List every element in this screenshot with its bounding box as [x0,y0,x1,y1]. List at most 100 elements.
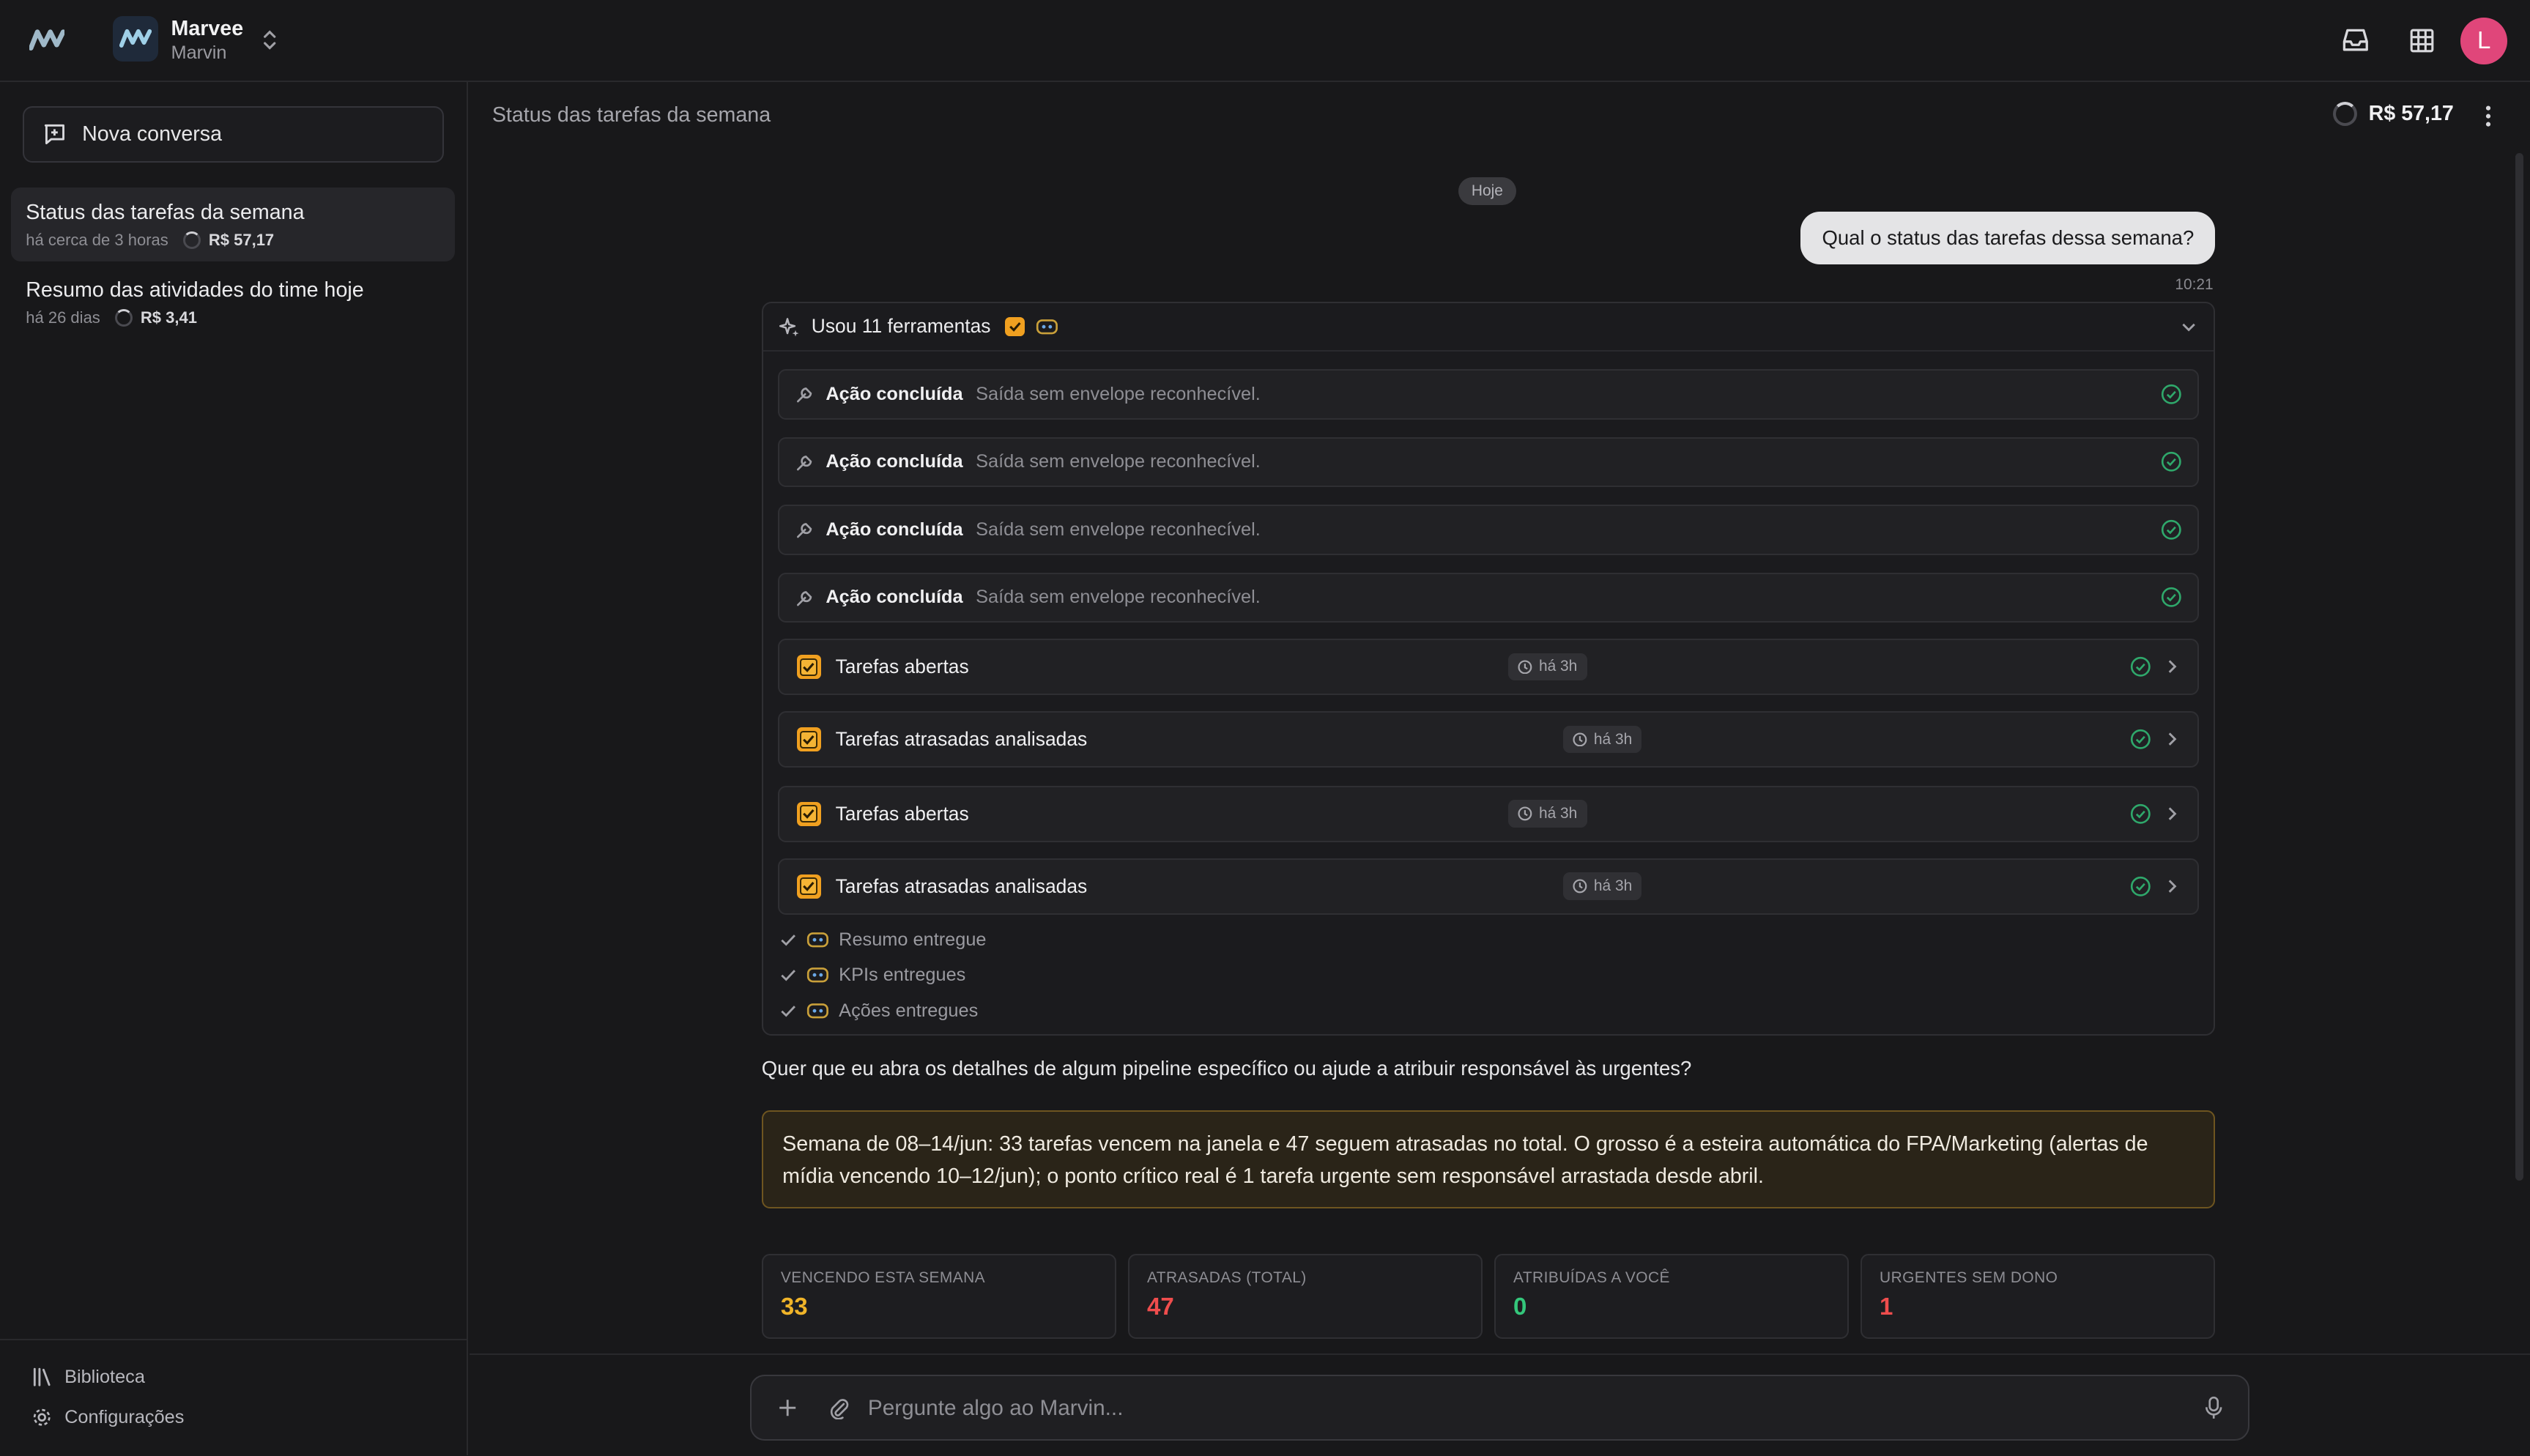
workspace-sub: Marvin [171,42,227,64]
task-tool-label: Tarefas atrasadas analisadas [835,728,1088,751]
library-link[interactable]: Biblioteca [32,1367,145,1388]
settings-label: Configurações [64,1406,185,1427]
task-check-icon [796,801,821,826]
new-conversation-button[interactable]: Nova conversa [22,106,444,163]
chevron-right-icon[interactable] [2164,658,2180,675]
conversation-header-title: Status das tarefas da semana [491,103,771,127]
time-badge-text: há 3h [1538,804,1578,822]
scrollbar[interactable] [2515,153,2524,1181]
time-badge: há 3h [1508,800,1587,828]
action-label: Ação concluída [826,587,963,608]
conversation-item[interactable]: Resumo das atividades do time hoje há 26… [11,264,455,338]
plus-icon[interactable] [774,1395,800,1421]
robot-icon [807,932,829,948]
grid-icon[interactable] [2405,24,2438,56]
wrench-icon [796,590,812,606]
time-badge-text: há 3h [1593,877,1633,894]
delivered-label: KPIs entregues [839,965,966,986]
summary-callout: Semana de 08–14/jun: 33 tarefas vencem n… [761,1110,2216,1208]
settings-link[interactable]: Configurações [32,1407,184,1428]
conversation-time: há cerca de 3 horas [26,230,168,249]
delivered-label: Ações entregues [839,1000,979,1021]
task-tool-label: Tarefas atrasadas analisadas [835,874,1088,897]
action-item[interactable]: Ação concluída Saída sem envelope reconh… [777,505,2200,555]
check-circle-icon [2130,656,2151,677]
task-check-icon [796,655,821,680]
task-check-icon [796,727,821,752]
day-separator: Hoje [1458,177,1516,205]
task-tool-item[interactable]: Tarefas abertas há 3h [777,785,2200,842]
task-tool-item[interactable]: Tarefas atrasadas analisadas há 3h [777,858,2200,915]
app-logo-icon[interactable] [28,27,66,53]
conversation-cost: R$ 3,41 [140,308,197,327]
chevron-right-icon[interactable] [2164,730,2180,748]
conversation-cost: R$ 57,17 [208,230,275,249]
cost-spinner-icon [2333,101,2358,126]
microphone-icon[interactable] [2200,1395,2226,1421]
clock-icon [1573,879,1587,894]
sparkles-icon [779,317,799,337]
library-label: Biblioteca [64,1366,145,1387]
clock-icon [1518,659,1532,674]
chevron-right-icon[interactable] [2164,805,2180,822]
kpi-label: VENCENDO ESTA SEMANA [780,1269,986,1287]
wrench-icon [796,455,812,471]
task-check-icon [1005,316,1025,337]
wrench-icon [796,523,812,538]
task-tool-item[interactable]: Tarefas abertas há 3h [777,639,2200,696]
gear-icon [33,1408,51,1426]
workspace-logo-icon[interactable] [113,16,158,62]
conversation-cost: R$ 57,17 [2368,101,2454,125]
action-item[interactable]: Ação concluída Saída sem envelope reconh… [777,572,2200,623]
chevron-up-down-icon[interactable] [260,27,279,53]
action-label: Ação concluída [826,451,963,472]
kpi-label: ATRASADAS (TOTAL) [1146,1269,1307,1287]
conversation-title: Resumo das atividades do time hoje [26,278,364,302]
action-desc: Saída sem envelope reconhecível. [976,451,1261,472]
workspace-name: Marvee [171,17,244,41]
chat-main: Status das tarefas da semana R$ 57,17 Ho… [470,82,2530,1455]
time-badge: há 3h [1563,872,1642,900]
conversation-title: Status das tarefas da semana [26,201,305,225]
clock-icon [1573,732,1587,746]
time-badge: há 3h [1508,653,1587,681]
check-circle-icon [2130,876,2151,896]
workspace-switcher[interactable]: Marvee Marvin [171,16,243,64]
inbox-icon[interactable] [2340,24,2372,56]
chevron-right-icon[interactable] [2164,877,2180,895]
paperclip-icon[interactable] [826,1395,852,1421]
time-badge-text: há 3h [1538,658,1578,675]
avatar[interactable]: L [2460,18,2508,65]
delivered-label: Resumo entregue [839,929,987,950]
top-bar: Marvee Marvin L [0,0,2530,83]
action-desc: Saída sem envelope reconhecível. [976,383,1261,404]
message-input[interactable] [867,1392,2159,1425]
action-label: Ação concluída [826,383,963,404]
check-circle-icon [2130,803,2151,824]
message-timestamp: 10:21 [2175,275,2214,293]
conversation-item-active[interactable]: Status das tarefas da semana há cerca de… [11,187,456,261]
action-item[interactable]: Ação concluída Saída sem envelope reconh… [777,369,2200,420]
check-circle-icon [2161,384,2181,404]
time-badge-text: há 3h [1593,730,1633,748]
task-tool-label: Tarefas abertas [835,655,969,678]
check-circle-icon [2161,519,2181,540]
robot-icon [807,967,829,983]
chevron-down-icon[interactable] [2180,318,2197,335]
checkmark-icon [781,970,795,981]
task-tool-item[interactable]: Tarefas atrasadas analisadas há 3h [777,711,2200,768]
kpi-value: 0 [1513,1293,1527,1321]
library-icon [33,1367,51,1386]
composer [750,1374,2249,1441]
tools-used-header[interactable]: Usou 11 ferramentas [763,303,2214,352]
tools-used-label: Usou 11 ferramentas [811,315,991,338]
action-desc: Saída sem envelope reconhecível. [976,587,1261,608]
more-options-icon[interactable] [2480,103,2496,129]
kpi-value: 33 [780,1293,808,1321]
kpi-card: VENCENDO ESTA SEMANA 33 [761,1253,1117,1340]
task-tool-label: Tarefas abertas [835,802,969,825]
check-circle-icon [2130,729,2151,749]
tools-used-panel: Usou 11 ferramentas Ação concluída Saída… [761,301,2216,1036]
action-item[interactable]: Ação concluída Saída sem envelope reconh… [777,437,2200,488]
delivered-item: KPIs entregues [779,965,966,986]
